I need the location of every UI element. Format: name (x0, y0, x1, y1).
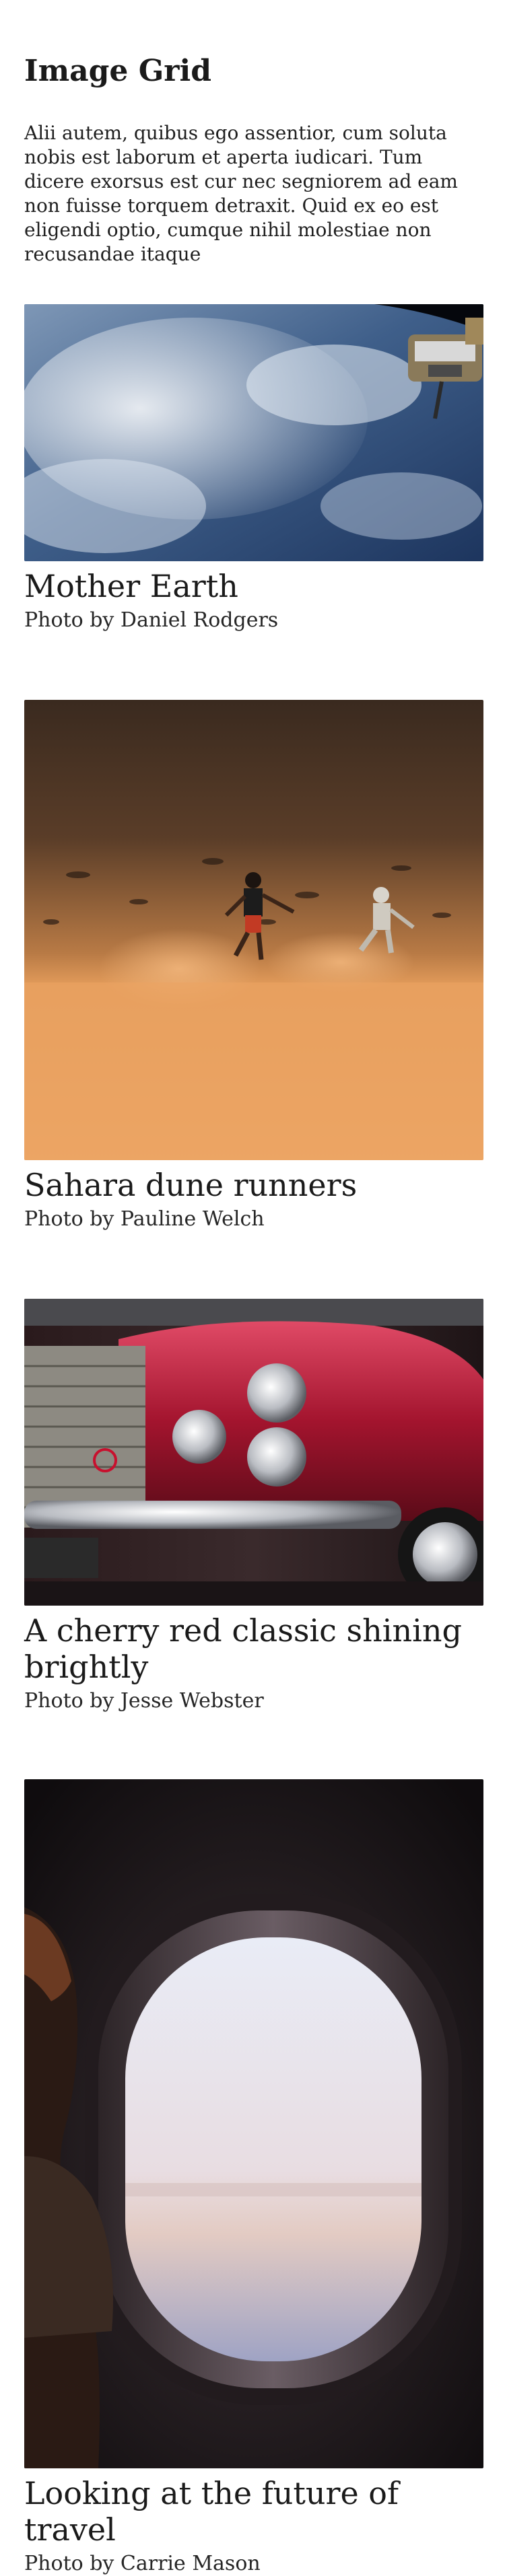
photo-credit: Photo by Carrie Mason (24, 2552, 261, 2575)
photo-title: A cherry red classic shining brightly (24, 1612, 462, 1685)
photo-credit: Photo by Jesse Webster (24, 1689, 264, 1713)
photo-sahara-dune-runners[interactable] (24, 700, 483, 1160)
photo-card-cherry-red-classic[interactable]: A cherry red classic shining brightly Ph… (24, 1299, 483, 1713)
photo-card-mother-earth[interactable]: Mother Earth Photo by Daniel Rodgers (24, 304, 483, 633)
photo-credit: Photo by Pauline Welch (24, 1207, 265, 1231)
photo-card-sahara-dune-runners[interactable]: Sahara dune runners Photo by Pauline Wel… (24, 700, 483, 1231)
image-grid-page: Image Grid Alii autem, quibus ego assent… (0, 0, 505, 266)
photo-airplane-window[interactable] (24, 1779, 483, 2468)
photo-title: Looking at the future of travel (24, 2475, 399, 2548)
photo-credit: Photo by Daniel Rodgers (24, 608, 279, 632)
photo-title: Mother Earth (24, 568, 238, 604)
page-title: Image Grid (24, 54, 211, 88)
photo-title: Sahara dune runners (24, 1167, 358, 1203)
photo-earth-from-space[interactable] (24, 304, 483, 561)
photo-card-future-of-travel[interactable]: Looking at the future of travel Photo by… (24, 1779, 483, 2576)
photo-cherry-red-classic-car[interactable] (24, 1299, 483, 1606)
intro-paragraph: Alii autem, quibus ego assentior, cum so… (24, 122, 458, 265)
